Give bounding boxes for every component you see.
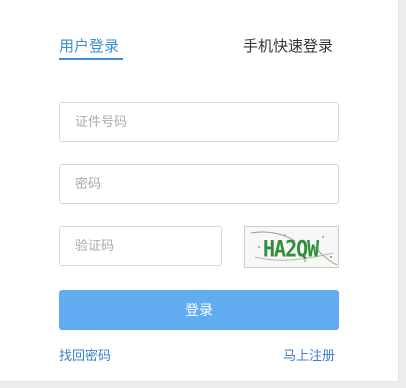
id-number-input[interactable] [59,102,339,142]
tab-phone-quick-login[interactable]: 手机快速登录 [243,36,333,58]
login-panel: 用户登录 手机快速登录 HA2QW 登录 找回密码 马上注册 [0,0,399,382]
login-button[interactable]: 登录 [59,290,339,330]
password-input[interactable] [59,164,339,204]
forgot-password-link[interactable]: 找回密码 [59,345,111,364]
register-link[interactable]: 马上注册 [283,345,335,364]
verification-code-input[interactable] [59,226,222,266]
captcha-image[interactable]: HA2QW [244,226,339,268]
tab-user-login[interactable]: 用户登录 [59,36,123,60]
captcha-text: HA2QW [263,235,319,263]
